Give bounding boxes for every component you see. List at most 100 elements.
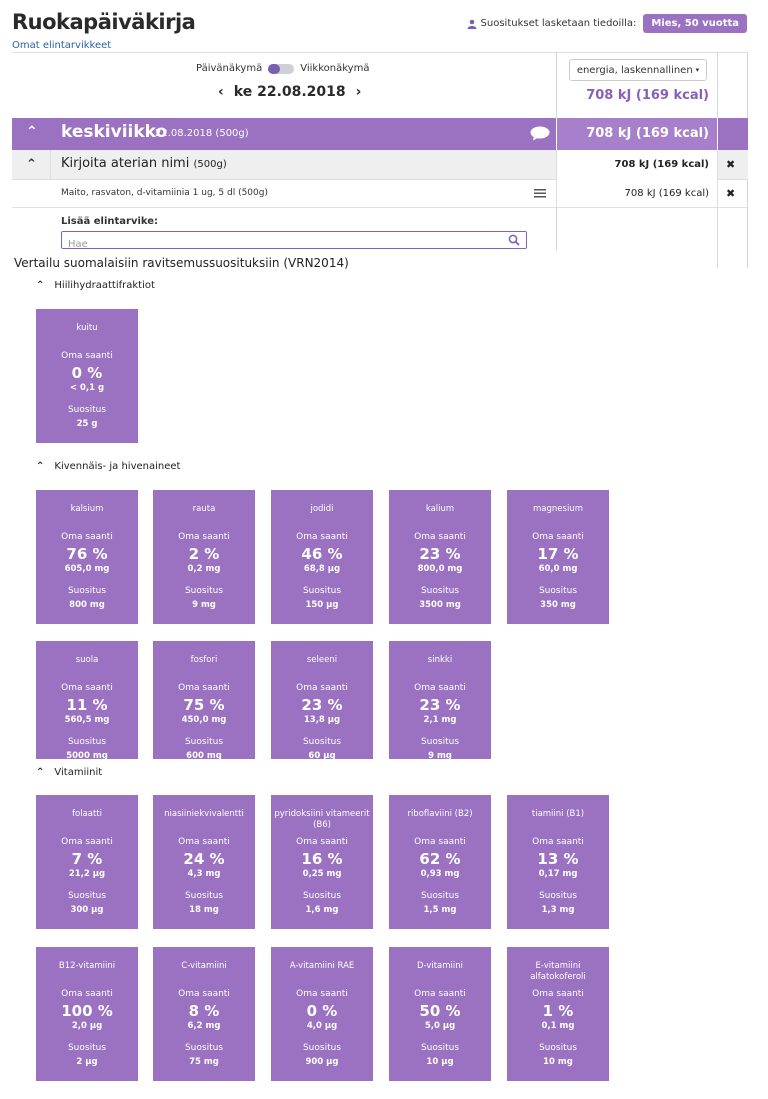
nutrient-card[interactable]: B12-vitamiini Oma saanti 100 % 2,0 µg Suosit… <box>36 947 138 1081</box>
intake-amount: 800,0 mg <box>417 564 463 574</box>
intake-percent: 16 % <box>301 850 343 868</box>
delete-meal-icon[interactable]: ✖ <box>726 158 735 171</box>
recommendation-value: 60 µg <box>308 751 336 759</box>
intake-percent: 23 % <box>301 696 343 714</box>
chevron-up-icon[interactable]: ⌃ <box>26 157 37 172</box>
nutrient-card[interactable]: pyridoksiini vitameerit (B6) Oma saanti 16… <box>271 795 373 929</box>
chevron-up-icon[interactable]: ⌃ <box>36 280 44 291</box>
chevron-left-icon[interactable]: ‹ <box>218 84 224 100</box>
intake-amount: 13,8 µg <box>303 715 341 725</box>
intake-label: Oma saanti <box>296 683 348 693</box>
intake-label: Oma saanti <box>61 532 113 542</box>
nutrient-name: kuitu <box>76 323 98 333</box>
intake-percent: 13 % <box>537 850 579 868</box>
nutrient-name: fosfori <box>190 655 218 665</box>
nutrient-card[interactable]: A-vitamiini RAE Oma saanti 0 % 4,0 µg Suosit… <box>271 947 373 1081</box>
day-view-label[interactable]: Päivänäkymä <box>196 63 262 74</box>
caret-down-icon: ▾ <box>695 66 700 74</box>
app-title: Ruokapäiväkirja <box>12 10 196 34</box>
nutrient-card[interactable]: rauta Oma saanti 2 % 0,2 mg Suositus 9 mg <box>153 490 255 624</box>
nutrient-card[interactable]: sinkki Oma saanti 23 % 2,1 mg Suositus 9 mg <box>389 641 491 759</box>
recommendation-value: 75 mg <box>189 1057 219 1067</box>
nutrient-card[interactable]: kalium Oma saanti 23 % 800,0 mg Suositus 3500… <box>389 490 491 624</box>
intake-amount: 68,8 µg <box>303 564 341 574</box>
nutrient-select[interactable]: energia, laskennallinen ▾ <box>569 59 707 81</box>
intake-amount: 21,2 µg <box>68 869 106 879</box>
food-search-box[interactable] <box>61 231 527 253</box>
intake-label: Oma saanti <box>61 683 113 693</box>
recommendation-value: 1,3 mg <box>541 905 575 915</box>
nutrient-card[interactable]: magnesium Oma saanti 17 % 60,0 mg Suositus 35… <box>507 490 609 624</box>
view-toggle-switch[interactable] <box>268 63 295 74</box>
intake-amount: 450,0 mg <box>181 715 227 725</box>
delete-food-icon[interactable]: ✖ <box>726 187 735 200</box>
nutrient-card[interactable]: suola Oma saanti 11 % 560,5 mg Suositus 5000 … <box>36 641 138 759</box>
nutrient-select-value: energia, laskennallinen <box>576 64 693 76</box>
search-icon[interactable] <box>508 234 520 246</box>
section-vitamins[interactable]: ⌃ Vitamiinit <box>36 767 102 778</box>
intake-label: Oma saanti <box>414 989 466 999</box>
week-view-label[interactable]: Viikkonäkymä <box>300 63 369 74</box>
intake-label: Oma saanti <box>296 989 348 999</box>
day-energy-cell: 708 kJ (169 kcal) <box>556 118 718 150</box>
intake-percent: 75 % <box>183 696 225 714</box>
comment-icon[interactable] <box>530 126 550 141</box>
day-row[interactable]: ⌃ keskiviikko 22.08.2018 (500g) 708 kJ (… <box>12 118 748 150</box>
nutrient-name: magnesium <box>533 504 583 514</box>
nutrient-card[interactable]: D-vitamiini Oma saanti 50 % 5,0 µg Suositus 1… <box>389 947 491 1081</box>
nutrient-name: seleeni <box>306 655 338 665</box>
intake-percent: 50 % <box>419 1002 461 1020</box>
nutrient-card[interactable]: tiamiini (B1) Oma saanti 13 % 0,17 mg Suosit… <box>507 795 609 929</box>
nutrient-card[interactable]: C-vitamiini Oma saanti 8 % 6,2 mg Suositus 75… <box>153 947 255 1081</box>
intake-amount: 2,1 mg <box>423 715 457 725</box>
menu-icon[interactable] <box>534 189 546 198</box>
intake-label: Oma saanti <box>532 837 584 847</box>
recommendation-label: Suositus <box>302 586 342 596</box>
food-row[interactable]: Maito, rasvaton, d-vitamiinia 1 ug, 5 dl… <box>12 180 748 208</box>
intake-percent: 46 % <box>301 545 343 563</box>
total-energy: 708 kJ (169 kcal) <box>586 88 709 103</box>
recommendation-value: 9 mg <box>192 600 216 610</box>
nutrient-card[interactable]: riboflaviini (B2) Oma saanti 62 % 0,93 mg Su… <box>389 795 491 929</box>
day-energy: 708 kJ (169 kcal) <box>586 126 709 141</box>
nutrient-card[interactable]: kuitu Oma saanti 0 % < 0,1 g Suositus 25 g <box>36 309 138 443</box>
nutrient-card[interactable]: E-vitamiini alfatokoferoli Oma saanti 1 % 0… <box>507 947 609 1081</box>
profile-button[interactable]: Mies, 50 vuotta <box>643 14 747 33</box>
intake-percent: 62 % <box>419 850 461 868</box>
recommendation-label: Suositus <box>67 405 107 415</box>
intake-label: Oma saanti <box>178 532 230 542</box>
recommendation-value: 3500 mg <box>419 600 461 610</box>
meal-name[interactable]: Kirjoita aterian nimi (500g) <box>61 156 227 171</box>
recommendation-value: 5000 mg <box>66 751 108 759</box>
nutrient-card[interactable]: niasiiniekvivalentti Oma saanti 24 % 4,3 mg… <box>153 795 255 929</box>
recommendation-label: Suositus <box>420 891 460 901</box>
nutrient-name: pyridoksiini vitameerit (B6) <box>274 809 370 830</box>
nutrient-card[interactable]: fosfori Oma saanti 75 % 450,0 mg Suositus 600… <box>153 641 255 759</box>
intake-label: Oma saanti <box>532 989 584 999</box>
intake-percent: 1 % <box>542 1002 574 1020</box>
intake-percent: 23 % <box>419 696 461 714</box>
intake-label: Oma saanti <box>414 532 466 542</box>
section-title: Kivennäis- ja hivenaineet <box>54 461 181 472</box>
chevron-up-icon[interactable]: ⌃ <box>36 767 44 778</box>
recommendation-label: Suositus <box>420 586 460 596</box>
section-carbohydrates[interactable]: ⌃ Hiilihydraattifraktiot <box>36 280 155 291</box>
nutrient-card[interactable]: jodidi Oma saanti 46 % 68,8 µg Suositus 150 µ… <box>271 490 373 624</box>
recommendation-value: 9 mg <box>428 751 452 759</box>
intake-percent: 17 % <box>537 545 579 563</box>
chevron-right-icon[interactable]: › <box>356 84 362 100</box>
intake-amount: < 0,1 g <box>69 383 105 393</box>
food-energy: 708 kJ (169 kcal) <box>556 180 718 208</box>
section-minerals[interactable]: ⌃ Kivennäis- ja hivenaineet <box>36 461 180 472</box>
nutrient-name: riboflaviini (B2) <box>407 809 473 819</box>
nutrient-card[interactable]: kalsium Oma saanti 76 % 605,0 mg Suositus 800… <box>36 490 138 624</box>
chevron-up-icon[interactable]: ⌃ <box>26 124 38 140</box>
own-foods-link[interactable]: Omat elintarvikkeet <box>12 40 111 51</box>
comparison-title: Vertailu suomalaisiin ravitsemussuosituk… <box>14 256 349 270</box>
chevron-up-icon[interactable]: ⌃ <box>36 461 44 472</box>
meal-row[interactable]: ⌃ Kirjoita aterian nimi (500g) 708 kJ (1… <box>12 150 748 180</box>
nutrient-card[interactable]: seleeni Oma saanti 23 % 13,8 µg Suositus 60 µ… <box>271 641 373 759</box>
recommendation-label: Suositus <box>302 737 342 747</box>
nutrient-card[interactable]: folaatti Oma saanti 7 % 21,2 µg Suositus 300 … <box>36 795 138 929</box>
recommendation-label: Suositus <box>67 586 107 596</box>
